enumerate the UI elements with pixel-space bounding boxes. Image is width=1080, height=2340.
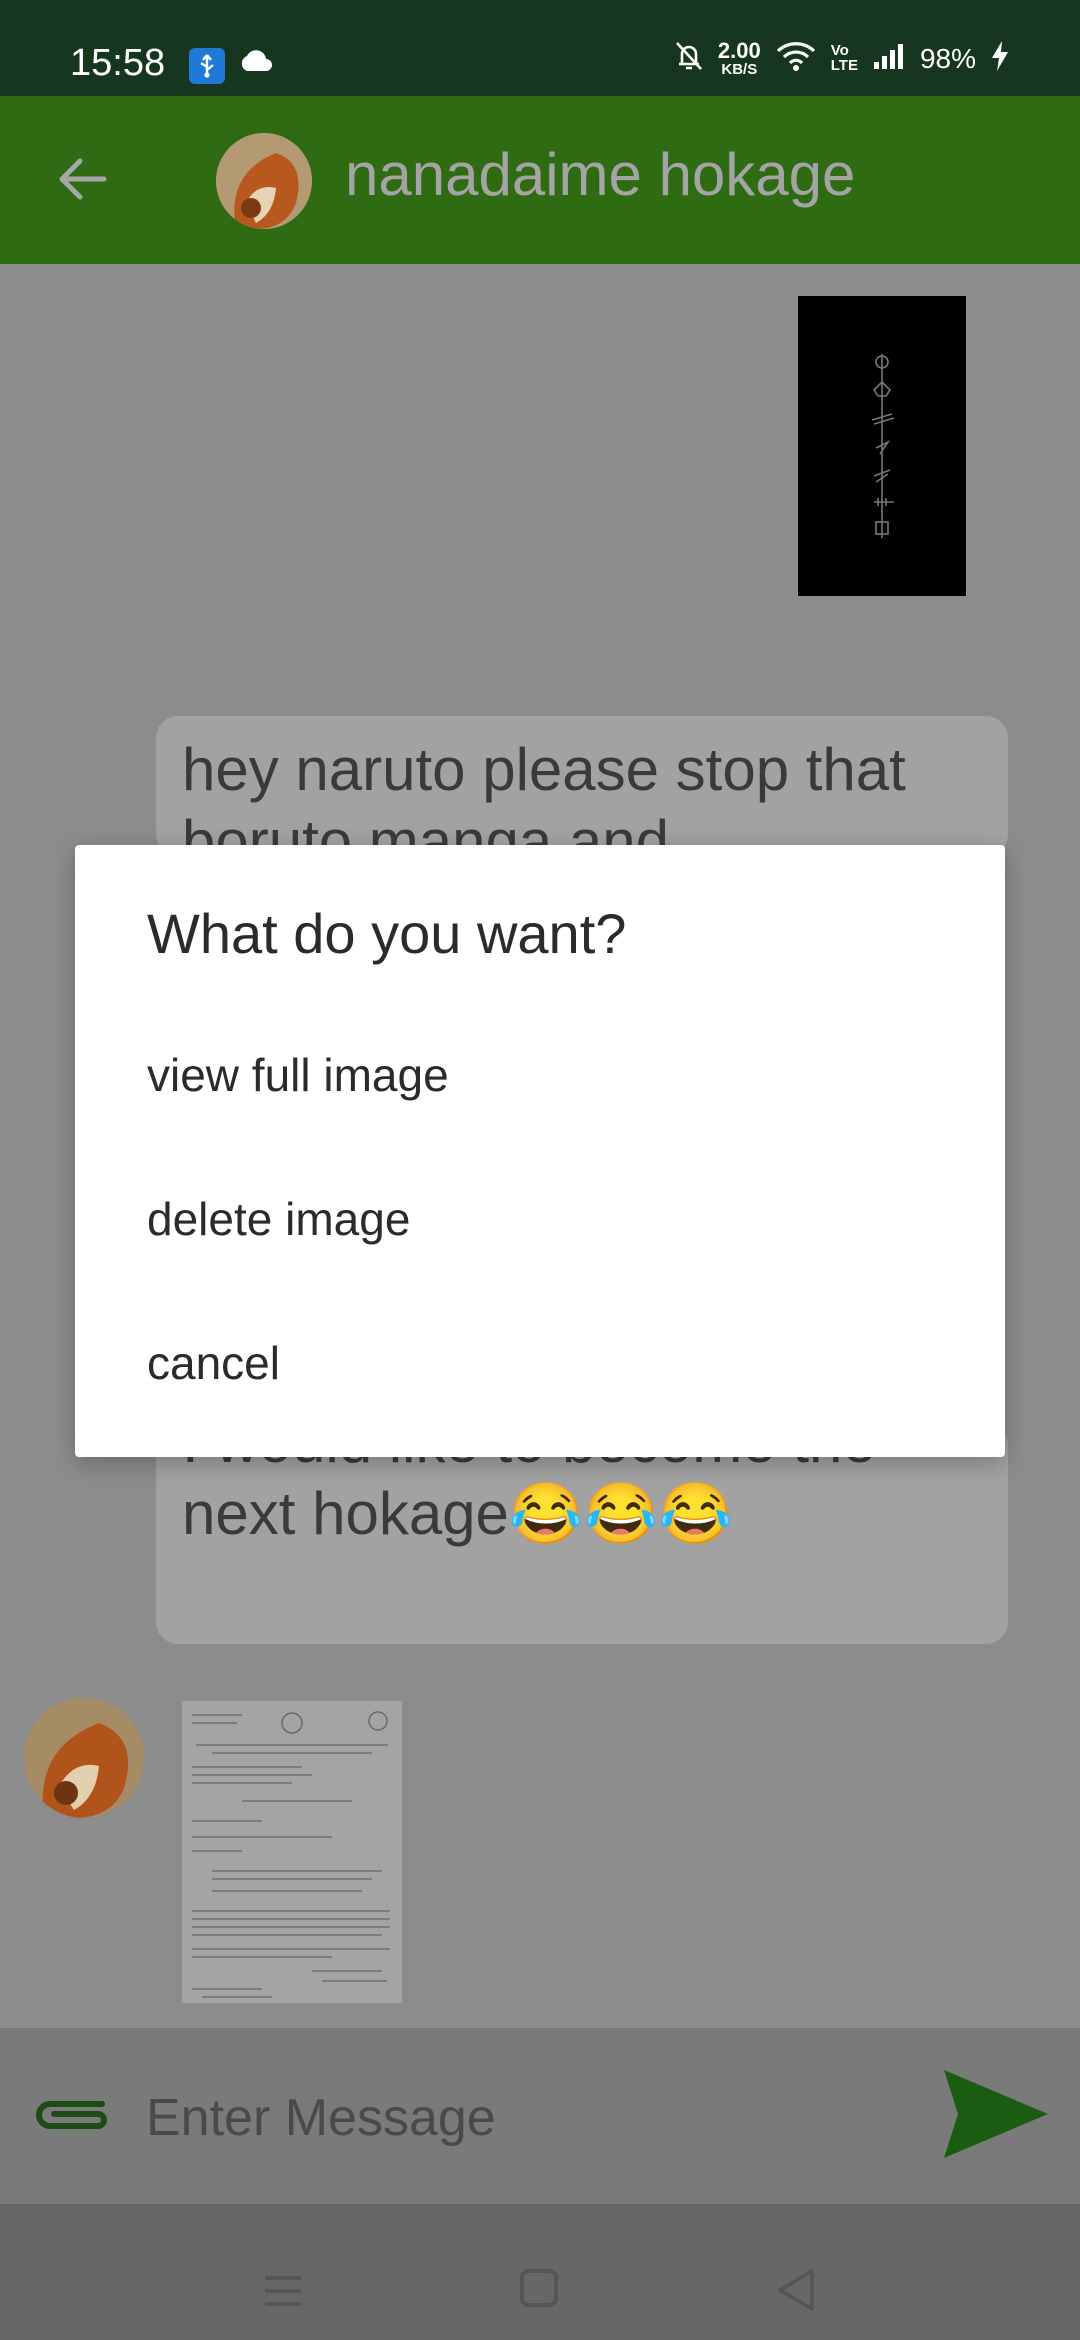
wifi-icon xyxy=(775,40,817,77)
system-nav-bar xyxy=(0,2204,1080,2340)
net-speed-value: 2.00 xyxy=(717,38,761,63)
home-icon[interactable] xyxy=(520,2269,558,2307)
menu-icon[interactable] xyxy=(263,2274,303,2312)
net-speed-unit: KB/S xyxy=(721,61,758,78)
view-full-image-option[interactable]: view full image xyxy=(147,1048,449,1102)
cancel-option[interactable]: cancel xyxy=(147,1336,280,1390)
sender-avatar[interactable] xyxy=(24,1698,144,1818)
received-image-message[interactable] xyxy=(182,1701,402,2003)
back-triangle-icon[interactable] xyxy=(776,2268,816,2316)
sent-image-message[interactable] xyxy=(798,296,966,596)
charging-bolt-icon xyxy=(990,40,1010,77)
net-speed: 2.00 KB/S xyxy=(717,38,761,78)
signal-icon xyxy=(872,42,906,75)
contact-avatar[interactable] xyxy=(216,133,312,229)
message-composer xyxy=(0,2028,1080,2204)
battery-percent: 98% xyxy=(919,42,976,74)
mute-bell-icon xyxy=(674,40,704,77)
text-message-bubble[interactable]: I would like to become the next hokage😂😂… xyxy=(156,1424,1008,1644)
message-input[interactable] xyxy=(146,2080,906,2156)
status-icons: 2.00 KB/S Vo LTE 98% xyxy=(674,40,1010,77)
app-bar: nanadaime hokage xyxy=(0,96,1080,264)
cloud-icon xyxy=(238,49,274,77)
options-dialog: What do you want? view full image delete… xyxy=(75,845,1005,1457)
message-text: hey naruto please stop that boruto manga… xyxy=(182,736,906,856)
delete-image-option[interactable]: delete image xyxy=(147,1192,410,1246)
chat-title: nanadaime hokage xyxy=(345,141,856,208)
paperclip-icon[interactable] xyxy=(32,2090,116,2144)
status-time: 15:58 xyxy=(70,42,166,84)
dialog-title: What do you want? xyxy=(147,902,627,965)
status-bar: 15:58 2.00 KB/S Vo LTE 98% xyxy=(0,0,1080,96)
back-arrow-icon[interactable] xyxy=(54,151,110,211)
volte-indicator: Vo LTE xyxy=(830,43,858,74)
send-icon[interactable] xyxy=(940,2066,1052,2166)
usb-icon xyxy=(189,48,225,84)
text-message-bubble[interactable]: hey naruto please stop that boruto manga… xyxy=(156,716,1008,856)
volte-bottom: LTE xyxy=(830,56,858,74)
